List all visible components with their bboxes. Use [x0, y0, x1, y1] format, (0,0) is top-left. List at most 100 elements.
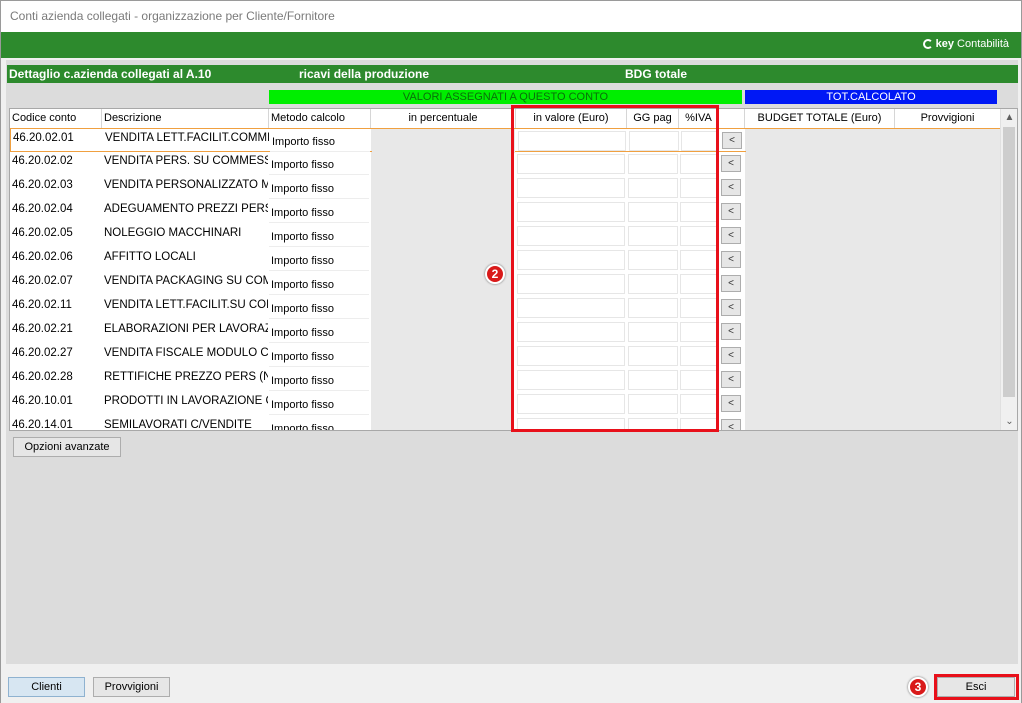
table-row[interactable]: 46.20.02.02 VENDITA PERS. SU COMMESSA Impo…: [10, 152, 1000, 176]
col-gg-pag[interactable]: GG pag: [627, 109, 679, 128]
scroll-up-icon[interactable]: ▲: [1001, 109, 1017, 126]
row-description: ELABORAZIONI PER LAVORAZ.I: [104, 323, 268, 335]
row-metodo-select[interactable]: Importo fisso: [269, 274, 369, 295]
row-gg-input[interactable]: [628, 394, 678, 414]
row-gg-input[interactable]: [629, 131, 679, 151]
row-arrow-left-button[interactable]: <: [721, 155, 741, 172]
row-metodo-select[interactable]: Importo fisso: [269, 298, 369, 319]
row-valore-input[interactable]: [517, 370, 625, 390]
row-gg-input[interactable]: [628, 274, 678, 294]
row-iva-input[interactable]: [680, 418, 718, 430]
row-arrow-left-button[interactable]: <: [721, 347, 741, 364]
row-valore-input[interactable]: [517, 346, 625, 366]
row-valore-input[interactable]: [517, 154, 625, 174]
row-valore-input[interactable]: [517, 226, 625, 246]
opzioni-avanzate-button[interactable]: Opzioni avanzate: [13, 437, 121, 457]
row-iva-input[interactable]: [680, 346, 718, 366]
vertical-scrollbar[interactable]: ▲ ⌄: [1000, 109, 1017, 430]
row-budget-cell: [745, 416, 1000, 430]
section-valori-assegnati: VALORI ASSEGNATI A QUESTO CONTO: [269, 90, 742, 104]
row-metodo-select[interactable]: Importo fisso: [269, 394, 369, 415]
col-codice-conto[interactable]: Codice conto: [10, 109, 102, 128]
table-row[interactable]: 46.20.14.01 SEMILAVORATI C/VENDITE Importo…: [10, 416, 1000, 430]
row-iva-input[interactable]: [680, 370, 718, 390]
row-iva-input[interactable]: [680, 154, 718, 174]
table-row[interactable]: 46.20.02.06 AFFITTO LOCALI Importo fisso <: [10, 248, 1000, 272]
col-descrizione[interactable]: Descrizione: [102, 109, 269, 128]
row-iva-input[interactable]: [680, 298, 718, 318]
row-iva-input[interactable]: [680, 274, 718, 294]
row-valore-input[interactable]: [517, 322, 625, 342]
row-metodo-select[interactable]: Importo fisso: [269, 346, 369, 367]
row-arrow-left-button[interactable]: <: [722, 132, 742, 149]
scroll-thumb[interactable]: [1003, 127, 1015, 397]
row-metodo-select[interactable]: Importo fisso: [269, 226, 369, 247]
row-arrow-left-button[interactable]: <: [721, 275, 741, 292]
row-arrow-left-button[interactable]: <: [721, 251, 741, 268]
row-valore-input[interactable]: [517, 250, 625, 270]
row-metodo-select[interactable]: Importo fisso: [269, 178, 369, 199]
row-metodo-select[interactable]: Importo fisso: [269, 250, 369, 271]
col-provvigioni[interactable]: Provvigioni: [895, 109, 1000, 128]
table-row[interactable]: 46.20.10.01 PRODOTTI IN LAVORAZIONE C/Imp…: [10, 392, 1000, 416]
col-iva[interactable]: %IVA: [679, 109, 719, 128]
row-iva-input[interactable]: [680, 226, 718, 246]
row-metodo-select[interactable]: Importo fisso: [269, 322, 369, 343]
row-arrow-left-button[interactable]: <: [721, 419, 741, 430]
row-gg-input[interactable]: [628, 346, 678, 366]
row-arrow-left-button[interactable]: <: [721, 323, 741, 340]
row-metodo-select[interactable]: Importo fisso: [269, 370, 369, 391]
row-arrow-left-button[interactable]: <: [721, 299, 741, 316]
table-row[interactable]: 46.20.02.01 VENDITA LETT.FACILIT.COMME Imp…: [10, 128, 1001, 153]
row-metodo-select[interactable]: Importo fisso: [269, 418, 369, 430]
row-arrow-left-button[interactable]: <: [721, 395, 741, 412]
row-iva-input[interactable]: [680, 394, 718, 414]
row-metodo-select[interactable]: Importo fisso: [269, 202, 369, 223]
row-gg-input[interactable]: [628, 154, 678, 174]
row-iva-input[interactable]: [681, 131, 719, 151]
table-row[interactable]: 46.20.02.28 RETTIFICHE PREZZO PERS (NC Imp…: [10, 368, 1000, 392]
col-budget-totale[interactable]: BUDGET TOTALE (Euro): [745, 109, 895, 128]
row-iva-input[interactable]: [680, 322, 718, 342]
clienti-button[interactable]: Clienti: [8, 677, 85, 697]
scroll-down-icon[interactable]: ⌄: [1001, 413, 1017, 430]
row-arrow-left-button[interactable]: <: [721, 227, 741, 244]
row-valore-input[interactable]: [517, 298, 625, 318]
table-row[interactable]: 46.20.02.21 ELABORAZIONI PER LAVORAZ.I Imp…: [10, 320, 1000, 344]
row-valore-input[interactable]: [517, 178, 625, 198]
row-iva-input[interactable]: [680, 178, 718, 198]
row-iva-input[interactable]: [680, 250, 718, 270]
row-gg-input[interactable]: [628, 418, 678, 430]
row-arrow-left-button[interactable]: <: [721, 203, 741, 220]
esci-button[interactable]: Esci: [937, 677, 1015, 697]
row-iva-input[interactable]: [680, 202, 718, 222]
row-gg-input[interactable]: [628, 322, 678, 342]
table-row[interactable]: 46.20.02.04 ADEGUAMENTO PREZZI PERS. Impor…: [10, 200, 1000, 224]
table-row[interactable]: 46.20.02.05 NOLEGGIO MACCHINARI Importo fi…: [10, 224, 1000, 248]
row-valore-input[interactable]: [518, 131, 626, 151]
provvigioni-button[interactable]: Provvigioni: [93, 677, 170, 697]
row-gg-input[interactable]: [628, 202, 678, 222]
table-row[interactable]: 46.20.02.11 VENDITA LETT.FACILIT.SU COM Im…: [10, 296, 1000, 320]
col-metodo-calcolo[interactable]: Metodo calcolo: [269, 109, 371, 128]
row-gg-input[interactable]: [628, 226, 678, 246]
row-valore-input[interactable]: [517, 274, 625, 294]
row-metodo-select[interactable]: Importo fisso: [270, 131, 370, 152]
table-row[interactable]: 46.20.02.03 VENDITA PERSONALIZZATO MA Impo…: [10, 176, 1000, 200]
row-gg-input[interactable]: [628, 250, 678, 270]
row-gg-input[interactable]: [628, 178, 678, 198]
col-in-percentuale[interactable]: in percentuale: [371, 109, 516, 128]
row-gg-input[interactable]: [628, 298, 678, 318]
accounts-grid[interactable]: Codice conto Descrizione Metodo calcolo …: [9, 108, 1018, 431]
row-valore-input[interactable]: [517, 202, 625, 222]
row-arrow-left-button[interactable]: <: [721, 371, 741, 388]
row-metodo-select[interactable]: Importo fisso: [269, 154, 369, 175]
row-valore-input[interactable]: [517, 394, 625, 414]
table-row[interactable]: 46.20.02.27 VENDITA FISCALE MODULO C. C Im…: [10, 344, 1000, 368]
row-budget-cell: [745, 224, 1000, 248]
row-gg-input[interactable]: [628, 370, 678, 390]
row-valore-input[interactable]: [517, 418, 625, 430]
table-row[interactable]: 46.20.02.07 VENDITA PACKAGING SU COMM Impo…: [10, 272, 1000, 296]
row-arrow-left-button[interactable]: <: [721, 179, 741, 196]
col-in-valore[interactable]: in valore (Euro): [516, 109, 627, 128]
